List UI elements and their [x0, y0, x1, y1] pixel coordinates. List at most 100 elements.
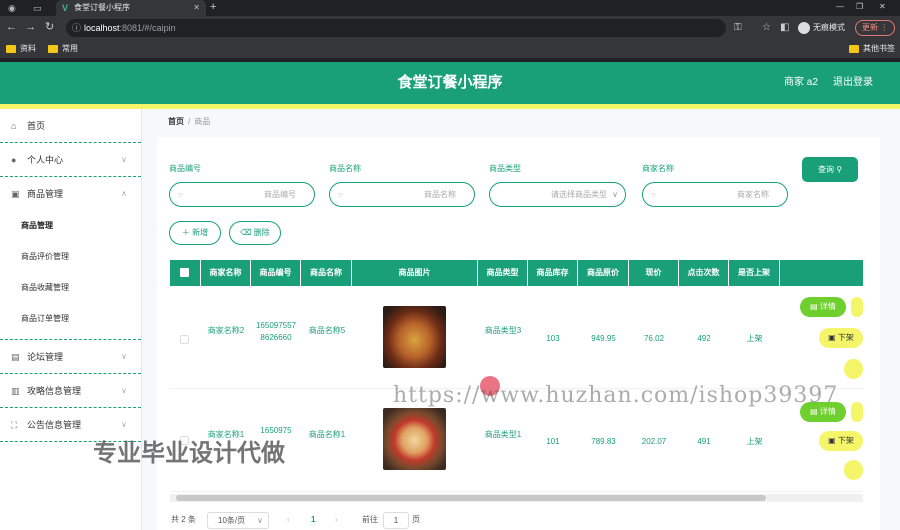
logout-link[interactable]: 退出登录 [833, 62, 873, 104]
sidebar-item-label: 攻略信息管理 [27, 386, 82, 396]
app-title: 食堂订餐小程序 [397, 74, 503, 91]
user-icon: ● [11, 155, 17, 165]
sidebar-item-home[interactable]: ⌂ 首页 [0, 109, 141, 143]
breadcrumb-current: 商品 [194, 117, 211, 126]
back-icon[interactable]: ← [6, 21, 17, 34]
sidebar-subitem-favorites[interactable]: 商品收藏管理 [0, 273, 141, 303]
column-header: 商品原价 [578, 260, 629, 286]
chevron-down-icon: ∨ [121, 386, 127, 395]
product-image [383, 306, 446, 368]
share-icon[interactable]: ☆ [762, 20, 771, 36]
minimize-icon[interactable]: — [836, 0, 844, 14]
edit-button[interactable] [851, 402, 863, 422]
bookmark-folder-1[interactable]: 资料 [6, 43, 36, 55]
placeholder: 商品名称 [424, 190, 456, 199]
column-header: 商品类型 [478, 260, 528, 286]
sidebar-subitem-goods[interactable]: 商品管理 [0, 211, 141, 241]
update-button[interactable]: 更新 ⋮ [855, 20, 896, 36]
next-page-icon[interactable]: › [335, 511, 338, 529]
sidebar-item-goods[interactable]: ▣ 商品管理 ∧ [0, 177, 141, 211]
tab-window-icon[interactable]: ▭ [33, 2, 42, 14]
new-tab-icon[interactable]: + [210, 0, 216, 15]
vue-logo-icon: V [62, 3, 69, 13]
site-info-icon[interactable]: ⓘ [72, 19, 81, 37]
scrollbar-thumb[interactable] [176, 495, 766, 501]
incognito-label: 无痕模式 [813, 23, 845, 32]
sidebar-subitem-reviews[interactable]: 商品评价管理 [0, 242, 141, 272]
column-header: 商品图片 [352, 260, 478, 286]
restore-icon[interactable]: ❐ [856, 0, 863, 14]
filter-type-select[interactable]: 请选择商品类型 ∨ [489, 182, 626, 207]
search-icon: ○ [178, 190, 183, 199]
filter-merchant-input[interactable]: ○ 商家名称 [642, 182, 788, 207]
column-header: 点击次数 [679, 260, 729, 286]
breadcrumb-separator: / [188, 117, 191, 126]
more-button[interactable] [844, 359, 863, 379]
current-user: 商家 a2 [784, 77, 818, 88]
chevron-down-icon: ∨ [257, 516, 263, 525]
sidebar-item-guides[interactable]: ▥ 攻略信息管理 ∨ [0, 374, 141, 408]
bookmarks-bar: 资料 常用 其他书签 [0, 40, 900, 58]
column-header: 商品库存 [528, 260, 578, 286]
prev-page-icon[interactable]: ‹ [287, 511, 290, 529]
url-input[interactable]: ⓘ localhost:8081/#/caipin [66, 19, 726, 37]
search-icon: ○ [651, 190, 656, 199]
url-host: localhost [84, 23, 120, 33]
browser-menu-icon[interactable]: ◉ [8, 2, 16, 14]
cell-status: 上架 [746, 334, 763, 343]
cell-clicks: 492 [697, 334, 711, 343]
close-tab-icon[interactable]: ✕ [193, 0, 200, 16]
breadcrumb-home[interactable]: 首页 [168, 117, 184, 126]
forward-icon[interactable]: → [25, 21, 36, 34]
cell-name: 商品名称1 [308, 430, 346, 439]
sidebar-item-forum[interactable]: ▤ 论坛管理 ∨ [0, 339, 141, 374]
sidebar-item-label: 个人中心 [27, 155, 64, 165]
plus-icon: ＋ [181, 228, 190, 237]
unlist-button[interactable]: ▣ 下架 [819, 431, 863, 451]
column-header: 是否上架 [729, 260, 780, 286]
add-button[interactable]: ＋ 新增 [169, 221, 221, 245]
filter-label-code: 商品编号 [169, 164, 201, 173]
sidepanel-icon[interactable]: ◧ [780, 20, 789, 36]
forum-icon: ▤ [11, 352, 20, 362]
unlist-button[interactable]: ▣ 下架 [819, 328, 863, 348]
tab-bar: ◉ ▭ V 食堂订餐小程序 ✕ + — ❐ ✕ [0, 0, 900, 16]
unlist-icon: ▣ [828, 333, 836, 342]
incognito-icon [798, 21, 810, 34]
incognito-indicator[interactable]: 无痕模式 [798, 20, 845, 36]
filter-code-input[interactable]: ○ 商品编号 [169, 182, 315, 207]
bookmark-folder-2[interactable]: 常用 [48, 43, 78, 55]
other-bookmarks[interactable]: 其他书签 [849, 43, 895, 55]
column-header: 商家名称 [201, 260, 251, 286]
bookmark-label: 其他书签 [863, 44, 895, 53]
key-icon[interactable]: ⚿ [734, 20, 742, 36]
clipboard-icon: ▥ [11, 386, 20, 396]
sidebar-subitem-orders[interactable]: 商品订单管理 [0, 304, 141, 334]
search-button-label: 查询 [817, 165, 834, 174]
reload-icon[interactable]: ↻ [45, 21, 54, 34]
goto-page-input[interactable]: 1 [383, 512, 409, 529]
cell-stock: 101 [546, 437, 560, 446]
page-unit-label: 页 [412, 515, 420, 524]
url-path: :8081/#/caipin [119, 23, 176, 33]
edit-button[interactable] [851, 297, 863, 317]
page-size-select[interactable]: 10条/页 ∨ [207, 512, 269, 529]
text-watermark: 专业毕业设计代做 [93, 440, 285, 467]
bookmark-label: 资料 [20, 44, 36, 53]
detail-label: 详情 [819, 302, 836, 311]
more-button[interactable] [844, 460, 863, 480]
sidebar-item-profile[interactable]: ● 个人中心 ∨ [0, 143, 141, 177]
filter-name-input[interactable]: ○ 商品名称 [329, 182, 475, 207]
close-window-icon[interactable]: ✕ [879, 0, 886, 14]
delete-button[interactable]: ⌫ 删除 [229, 221, 281, 245]
placeholder: 请选择商品类型 [551, 190, 607, 199]
search-button[interactable]: 查询 ⚲ [802, 157, 858, 182]
row-checkbox[interactable] [180, 335, 189, 344]
detail-button[interactable]: ▤ 详情 [800, 297, 846, 317]
cell-code: 1650975578626660 [255, 321, 297, 342]
detail-icon: ▤ [810, 407, 818, 416]
page-number[interactable]: 1 [311, 511, 315, 529]
browser-tab[interactable]: V 食堂订餐小程序 ✕ [56, 0, 206, 16]
select-all-checkbox[interactable] [180, 268, 189, 277]
update-label: 更新 [862, 23, 878, 32]
